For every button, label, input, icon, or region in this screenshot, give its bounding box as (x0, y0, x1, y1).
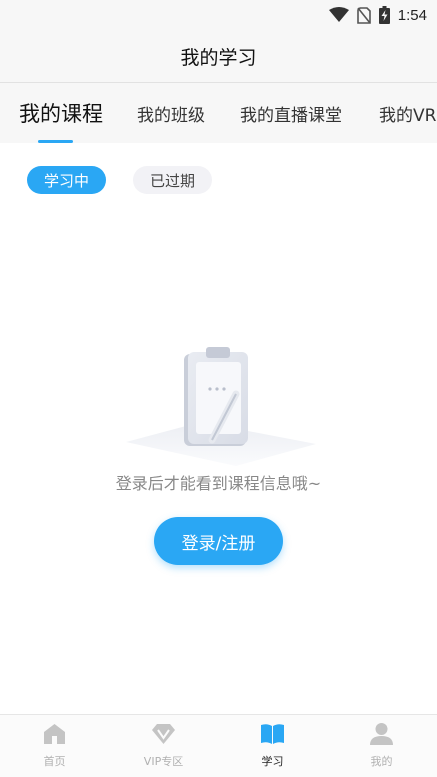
person-icon (370, 723, 393, 745)
filter-chip-studying[interactable]: 学习中 (27, 166, 106, 194)
tab-my-classes[interactable]: 我的班级 (137, 101, 205, 126)
nav-item-study[interactable]: 学习 (218, 715, 327, 777)
clipboard-pen-illustration (126, 347, 316, 466)
active-tab-indicator (38, 140, 73, 143)
tab-my-live-classroom[interactable]: 我的直播课堂 (240, 101, 342, 126)
empty-state-message: 登录后才能看到课程信息哦~ (115, 474, 322, 493)
status-bar: 1:54 (0, 0, 437, 30)
title-bar: 我的学习 (0, 30, 437, 83)
battery-charging-icon (378, 6, 390, 24)
tab-my-courses[interactable]: 我的课程 (19, 98, 103, 128)
nav-label-study: 学习 (261, 755, 284, 768)
status-icons: 1:54 (328, 5, 427, 25)
diamond-icon (152, 724, 175, 744)
tab-bar: 我的课程 我的班级 我的直播课堂 我的VR (0, 83, 437, 143)
home-icon (44, 724, 65, 744)
status-time: 1:54 (397, 6, 427, 24)
nav-item-home[interactable]: 首页 (0, 715, 109, 777)
nav-label-mine: 我的 (370, 755, 393, 768)
wifi-icon (328, 7, 349, 22)
page-title: 我的学习 (180, 46, 257, 69)
nav-item-mine[interactable]: 我的 (327, 715, 436, 777)
login-register-button[interactable]: 登录/注册 (154, 517, 283, 565)
nav-label-vip: VIP专区 (143, 755, 184, 768)
nav-item-vip[interactable]: VIP专区 (109, 715, 218, 777)
book-icon (261, 724, 284, 744)
tab-my-vr[interactable]: 我的VR (379, 101, 436, 126)
nav-label-home: 首页 (43, 755, 66, 768)
filter-chip-expired[interactable]: 已过期 (133, 166, 212, 194)
bottom-nav: 首页 VIP专区 学习 我的 (0, 714, 437, 777)
no-sim-icon (356, 6, 371, 24)
